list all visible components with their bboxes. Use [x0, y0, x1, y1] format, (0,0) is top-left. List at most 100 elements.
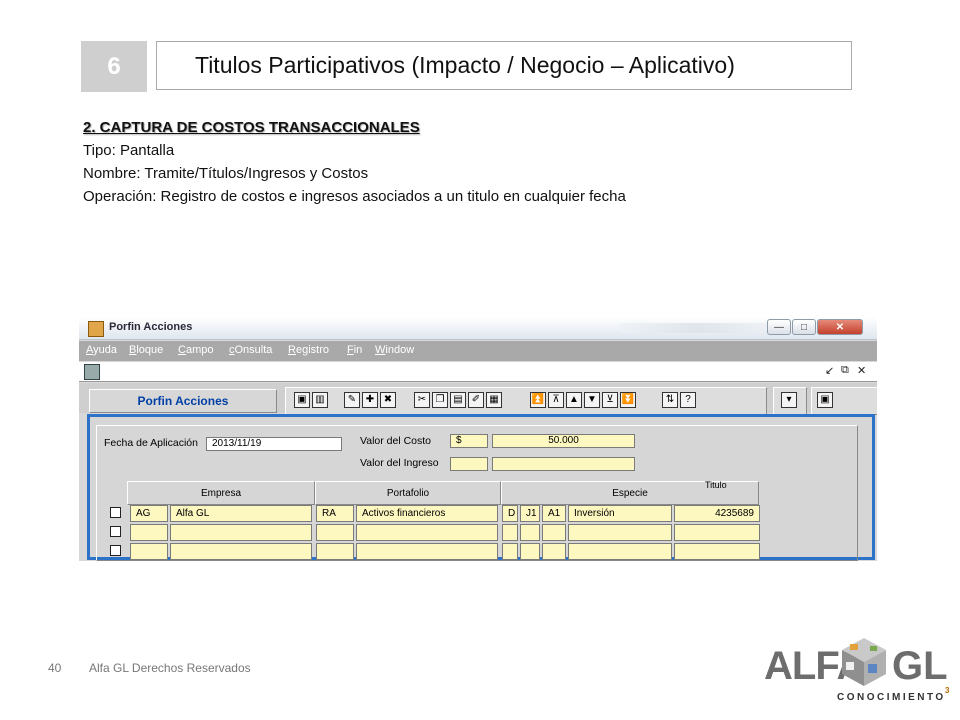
fecha-input[interactable]: 2013/11/19 [206, 437, 342, 451]
costo-label: Valor del Costo [360, 435, 432, 447]
cell-especie[interactable] [568, 543, 672, 560]
ingreso-label: Valor del Ingreso [360, 457, 439, 469]
dropdown-icon[interactable]: ▾ [781, 392, 797, 408]
name-line: Nombre: Tramite/Títulos/Ingresos y Costo… [83, 165, 369, 182]
print-icon[interactable]: ▥ [312, 392, 328, 408]
cell-titulo[interactable] [674, 524, 760, 541]
menu-fin[interactable]: Fin [347, 344, 362, 356]
row-checkbox[interactable] [110, 507, 121, 518]
first-record-icon[interactable]: ⏫ [530, 392, 546, 408]
edit-icon[interactable]: ✎ [344, 392, 360, 408]
cell-port-name[interactable] [356, 524, 498, 541]
extra-toolbar: ▣ [811, 387, 877, 415]
app-icon [88, 321, 104, 337]
close-button[interactable]: ✕ [817, 319, 863, 335]
edit-field-icon[interactable]: ✐ [468, 392, 484, 408]
header-portafolio: Portafolio [315, 481, 501, 505]
cell-port-code[interactable]: RA [316, 505, 354, 522]
copy-icon[interactable]: ❐ [432, 392, 448, 408]
slide-number: 6 [81, 41, 147, 92]
alfa-gl-logo: ALFA GL CONOCIMIENTO 3 [764, 630, 954, 710]
cube-icon [842, 638, 886, 686]
cell-emp-name[interactable] [170, 543, 312, 560]
cell-d[interactable] [502, 543, 518, 560]
cell-port-code[interactable] [316, 524, 354, 541]
cascade-icon[interactable]: ⧉ [841, 364, 849, 377]
save-icon[interactable]: ▣ [294, 392, 310, 408]
cell-j[interactable] [520, 524, 540, 541]
app-screenshot: Porfin Acciones — □ ✕ Ayuda Bloque Campo… [79, 317, 877, 561]
paste-icon[interactable]: ▤ [450, 392, 466, 408]
next-record-icon[interactable]: ▼ [584, 392, 600, 408]
maximize-button[interactable]: □ [792, 319, 816, 335]
menu-window[interactable]: Window [375, 344, 414, 356]
operation-line: Operación: Registro de costos e ingresos… [83, 188, 626, 205]
slide-description: 2. CAPTURA DE COSTOS TRANSACCIONALES Tip… [83, 116, 626, 208]
calendar-icon[interactable]: ▣ [817, 392, 833, 408]
section-heading: 2. CAPTURA DE COSTOS TRANSACCIONALES [83, 119, 420, 136]
toolbar-row: Porfin Acciones ▣ ▥ ✎ ✚ ✖ ✂ ❐ ▤ ✐ ▦ ⏫ ⊼ ▲ ▼ ⊻ ⏬ ⇅? ▾ ▣ [79, 383, 877, 415]
form-icon [84, 364, 100, 380]
costo-input[interactable]: 50.000 [492, 434, 635, 448]
cell-emp-code[interactable] [130, 543, 168, 560]
cell-a[interactable] [542, 543, 566, 560]
row-checkbox[interactable] [110, 526, 121, 537]
cell-especie[interactable]: Inversión [568, 505, 672, 522]
menu-bar: Ayuda Bloque Campo cOnsulta Registro Fin… [79, 341, 877, 361]
costo-currency[interactable]: $ [450, 434, 488, 448]
cell-especie[interactable] [568, 524, 672, 541]
cell-d[interactable]: D [502, 505, 518, 522]
menu-ayuda[interactable]: Ayuda [86, 344, 117, 356]
fecha-label: Fecha de Aplicación [104, 437, 198, 449]
menu-registro[interactable]: Registro [288, 344, 329, 356]
porfin-acciones-button[interactable]: Porfin Acciones [89, 389, 277, 413]
restore-icon[interactable]: ↙ [825, 364, 834, 377]
toolbar: ▣ ▥ ✎ ✚ ✖ ✂ ❐ ▤ ✐ ▦ ⏫ ⊼ ▲ ▼ ⊻ ⏬ ⇅? [285, 387, 767, 415]
cell-a[interactable]: A1 [542, 505, 566, 522]
cell-port-name[interactable] [356, 543, 498, 560]
prev-block-icon[interactable]: ⊼ [548, 392, 564, 408]
cell-titulo[interactable]: 4235689 [674, 505, 760, 522]
add-icon[interactable]: ✚ [362, 392, 378, 408]
menu-consulta[interactable]: cOnsulta [229, 344, 272, 356]
header-empresa: Empresa [127, 481, 315, 505]
cell-emp-code[interactable]: AG [130, 505, 168, 522]
slide-title: Titulos Participativos (Impacto / Negoci… [156, 41, 852, 90]
cell-titulo[interactable] [674, 543, 760, 560]
logo-gl: GL [892, 644, 948, 688]
menu-bloque[interactable]: Bloque [129, 344, 163, 356]
cell-d[interactable] [502, 524, 518, 541]
ingreso-input[interactable] [492, 457, 635, 471]
mdi-bar: ↙ ⧉ ✕ [79, 362, 877, 382]
last-record-icon[interactable]: ⏬ [620, 392, 636, 408]
help-icon[interactable]: ? [680, 392, 696, 408]
row-checkbox[interactable] [110, 545, 121, 556]
cell-a[interactable] [542, 524, 566, 541]
cell-port-code[interactable] [316, 543, 354, 560]
mdi-close-icon[interactable]: ✕ [857, 364, 866, 377]
titlebar-blur [619, 323, 779, 333]
dropdown-toolbar: ▾ [773, 387, 807, 415]
cell-j[interactable]: J1 [520, 505, 540, 522]
window-title: Porfin Acciones [109, 321, 193, 333]
cell-port-name[interactable]: Activos financieros [356, 505, 498, 522]
header-titulo: Titulo [705, 480, 727, 490]
sort-icon[interactable]: ⇅ [662, 392, 678, 408]
costos-form: Fecha de Aplicación 2013/11/19 Valor del… [87, 414, 875, 561]
cell-emp-name[interactable]: Alfa GL [170, 505, 312, 522]
type-line: Tipo: Pantalla [83, 142, 175, 159]
prev-record-icon[interactable]: ▲ [566, 392, 582, 408]
next-block-icon[interactable]: ⊻ [602, 392, 618, 408]
logo-tagline: CONOCIMIENTO [837, 692, 946, 703]
cell-emp-name[interactable] [170, 524, 312, 541]
minimize-button[interactable]: — [767, 319, 791, 335]
ingreso-currency[interactable] [450, 457, 488, 471]
cell-emp-code[interactable] [130, 524, 168, 541]
cell-j[interactable] [520, 543, 540, 560]
delete-icon[interactable]: ✖ [380, 392, 396, 408]
page-number: 40 [48, 661, 62, 675]
form-icon[interactable]: ▦ [486, 392, 502, 408]
logo-superscript: 3 [945, 686, 950, 695]
cut-icon[interactable]: ✂ [414, 392, 430, 408]
menu-campo[interactable]: Campo [178, 344, 213, 356]
